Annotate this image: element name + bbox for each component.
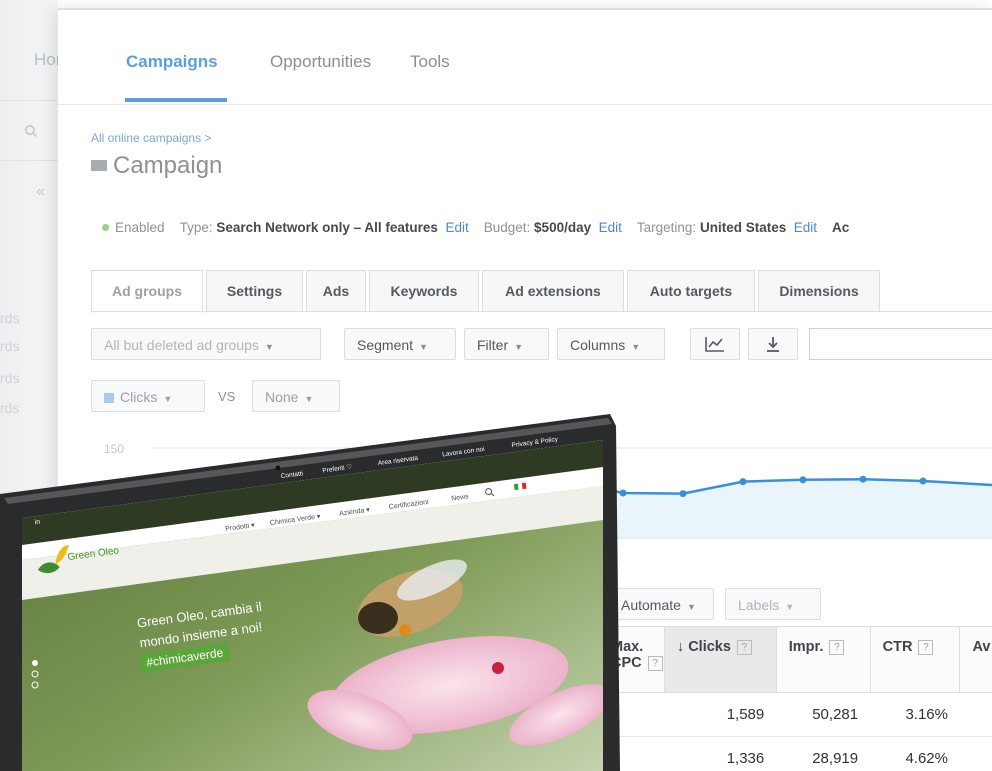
cell-ctr: 3.16%	[870, 692, 960, 737]
sidebar-word[interactable]: rds	[0, 310, 19, 326]
automate-label: Automate	[621, 597, 681, 613]
labels-dropdown[interactable]: Labels ▼	[725, 588, 821, 620]
col-ctr-label: CTR	[882, 639, 913, 655]
chevron-down-icon: ▼	[785, 602, 795, 612]
sidebar-divider	[0, 160, 58, 161]
italian-flag-icon[interactable]	[517, 483, 523, 490]
cell-impressions: 50,281	[776, 692, 871, 737]
sidebar-word[interactable]: rds	[0, 370, 19, 386]
cell-ctr: 4.62%	[870, 736, 960, 771]
labels-label: Labels	[738, 597, 780, 613]
bee-pollen-image	[399, 624, 411, 636]
sidebar-word[interactable]: rds	[0, 400, 19, 416]
italian-flag-icon[interactable]	[513, 483, 519, 491]
col-avg-label: Av	[972, 639, 991, 655]
cell-impressions: 28,919	[776, 736, 871, 771]
tablet-camera-icon	[275, 465, 281, 471]
bee-image	[358, 602, 398, 634]
italian-flag-icon[interactable]	[521, 482, 527, 490]
chart-point[interactable]	[799, 476, 807, 484]
chevron-down-icon: ▼	[686, 602, 696, 612]
cell-clicks: 1,336	[664, 736, 777, 771]
sort-arrow-icon: ↓	[676, 639, 685, 655]
chart-point[interactable]	[619, 489, 627, 497]
automate-dropdown[interactable]: Automate ▼	[608, 588, 714, 620]
col-clicks-label: Clicks	[688, 639, 731, 655]
col-impressions-label: Impr.	[788, 639, 824, 655]
flower-center-image	[492, 662, 504, 674]
cell-avg	[959, 736, 992, 771]
chart-point[interactable]	[679, 490, 687, 498]
sidebar-divider	[0, 100, 58, 101]
collapse-sidebar-icon[interactable]: «	[36, 183, 45, 201]
help-icon[interactable]: ?	[736, 640, 752, 655]
cell-avg	[959, 692, 992, 737]
chart-point[interactable]	[919, 477, 927, 485]
col-clicks[interactable]: ↓ Clicks?	[663, 626, 777, 693]
sidebar-word[interactable]: rds	[0, 338, 19, 354]
side-label: in	[34, 519, 40, 527]
help-icon[interactable]: ?	[647, 656, 663, 671]
help-icon[interactable]: ?	[829, 640, 845, 655]
table-row[interactable]: 1,336 28,919 4.62%	[598, 736, 992, 771]
col-impressions[interactable]: Impr.?	[775, 626, 871, 693]
cell-clicks: 1,589	[664, 692, 777, 737]
chart-point[interactable]	[859, 475, 867, 483]
table-row[interactable]: 1,589 50,281 3.16%	[598, 692, 992, 737]
help-icon[interactable]: ?	[918, 640, 934, 655]
screenshot-stage: Home « rds rds rds rds Campaigns Opportu…	[0, 0, 992, 771]
col-avg[interactable]: Av	[959, 626, 992, 693]
ad-groups-table: Max. CPC? ↓ Clicks? Impr.? CTR? Av 1,589…	[598, 626, 992, 771]
col-ctr[interactable]: CTR?	[869, 626, 961, 693]
slider-dot-icon[interactable]	[32, 660, 38, 666]
search-icon[interactable]	[24, 124, 38, 138]
chart-point[interactable]	[739, 478, 747, 486]
table-header-row: Max. CPC? ↓ Clicks? Impr.? CTR? Av	[598, 626, 992, 693]
